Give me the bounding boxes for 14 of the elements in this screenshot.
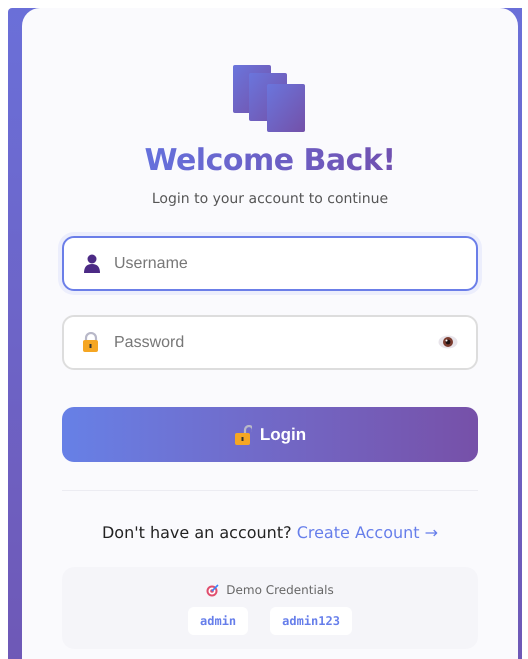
username-field[interactable]: Username	[62, 236, 478, 291]
target-icon	[206, 583, 220, 597]
open-padlock-icon	[234, 424, 252, 444]
credential-value: admin	[188, 607, 248, 635]
demo-credentials-title: Demo Credentials	[226, 582, 334, 599]
login-button[interactable]: Login	[62, 407, 478, 462]
person-icon	[82, 253, 102, 273]
password-field[interactable]: Password	[62, 315, 478, 370]
credential-value: admin123	[270, 607, 352, 635]
padlock-icon	[82, 332, 100, 352]
create-account-link[interactable]: Create Account →	[296, 523, 438, 542]
subtitle-text: Login to your account to continue	[152, 190, 388, 209]
signup-text: Don't have an account? Create Account →	[102, 522, 438, 544]
eye-icon[interactable]	[438, 335, 458, 349]
